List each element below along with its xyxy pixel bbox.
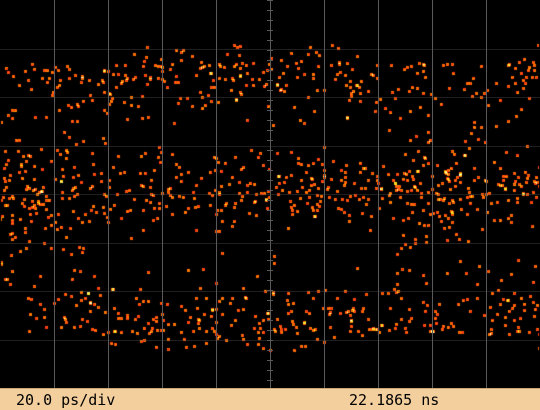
eye-diagram-persistence (0, 0, 540, 388)
scope-display (0, 0, 540, 388)
horizontal-position-readout: 22.1865 ns (349, 391, 440, 409)
timebase-readout: 20.0 ps/div (16, 391, 116, 409)
status-bar: 20.0 ps/div 22.1865 ns (0, 388, 540, 410)
